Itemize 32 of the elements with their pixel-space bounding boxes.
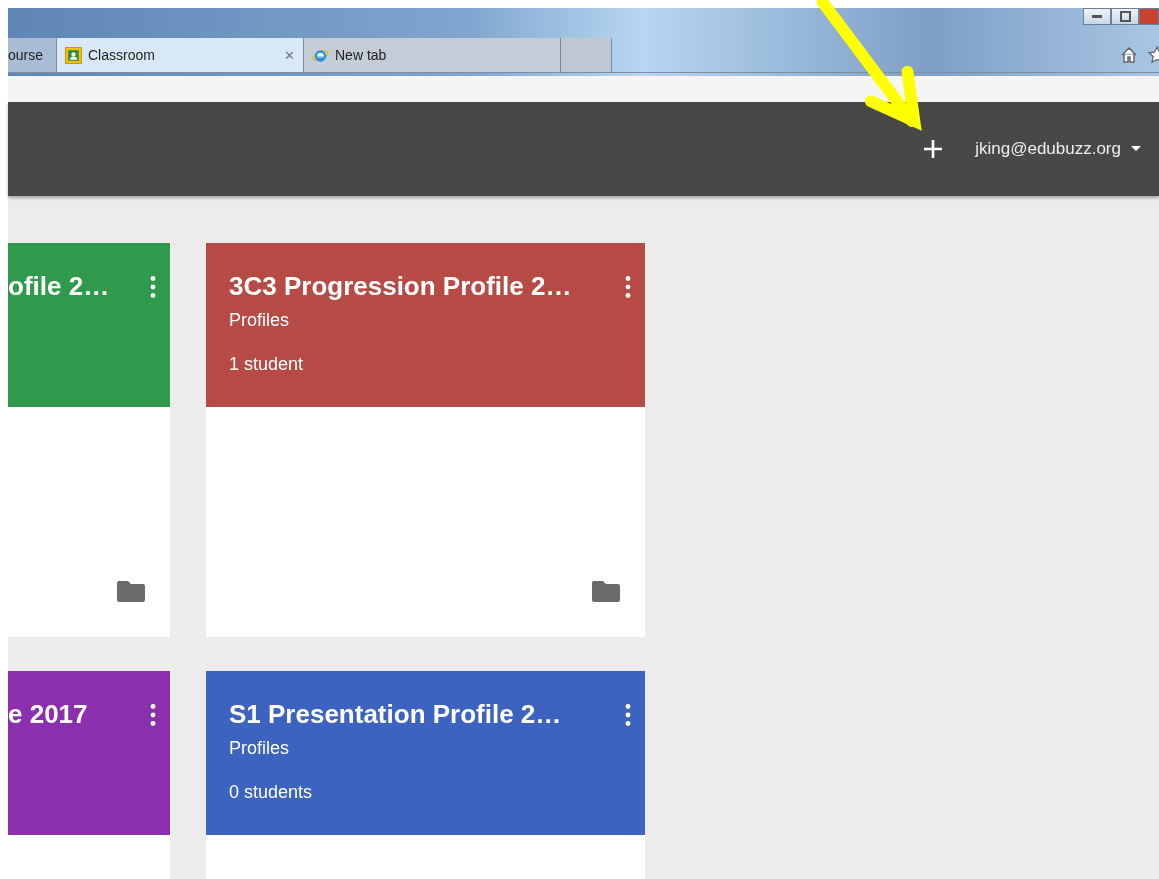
tab-label: New tab [335, 47, 387, 63]
browser-tab[interactable]: New tab [304, 38, 561, 72]
more-options-icon[interactable] [625, 275, 631, 298]
class-title[interactable]: ofile 2… [8, 271, 110, 302]
class-title[interactable]: e 2017 [8, 699, 88, 730]
class-section: Profiles [229, 738, 631, 759]
class-card[interactable]: e 2017 [8, 671, 170, 879]
student-count: 1 student [229, 354, 305, 375]
more-options-icon[interactable] [150, 275, 156, 298]
minimize-button[interactable] [1083, 8, 1111, 25]
caret-icon[interactable] [1131, 146, 1141, 152]
more-options-icon[interactable] [150, 703, 156, 726]
class-section: Profiles [229, 310, 631, 331]
home-icon[interactable] [1119, 45, 1139, 65]
class-title[interactable]: S1 Presentation Profile 2… [229, 699, 562, 730]
browser-tab[interactable]: Classroom ✕ [57, 38, 304, 72]
plus-icon[interactable] [923, 139, 944, 159]
folder-icon[interactable] [115, 579, 147, 603]
classroom-icon [65, 46, 82, 64]
tab-close-button[interactable]: ✕ [284, 47, 295, 63]
tab-label: Classroom [88, 47, 155, 63]
folder-icon[interactable] [590, 579, 622, 603]
class-title[interactable]: 3C3 Progression Profile 2… [229, 271, 572, 302]
account-menu[interactable]: jking@edubuzz.org [975, 139, 1121, 159]
more-options-icon[interactable] [625, 703, 631, 726]
class-card[interactable]: ofile 2… [8, 243, 170, 637]
student-count: 0 students [229, 782, 314, 803]
class-card[interactable]: S1 Presentation Profile 2… Profiles 0 students [206, 671, 645, 879]
class-card[interactable]: 3C3 Progression Profile 2… Profiles 1 student [206, 243, 645, 637]
maximize-button[interactable] [1111, 8, 1139, 25]
browser-tab[interactable]: ourse [8, 38, 57, 72]
tab-label: ourse [8, 47, 44, 63]
